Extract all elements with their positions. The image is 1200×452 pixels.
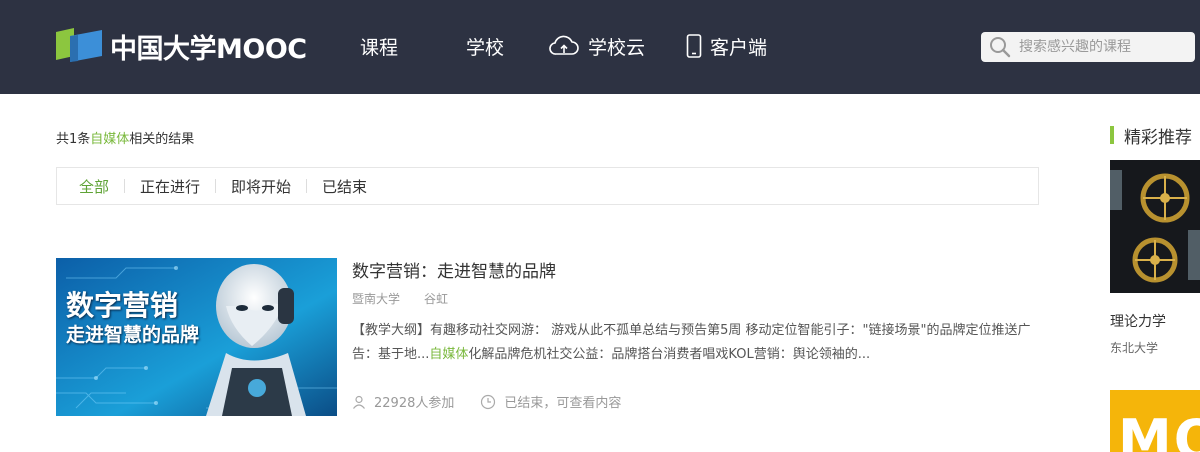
tab-divider [306, 179, 308, 193]
mobile-phone-icon [686, 34, 702, 58]
course-title[interactable]: 数字营销：走进智慧的品牌 [352, 257, 556, 282]
course-description: 【教学大纲】有趣移动社交网游： 游戏从此不孤单总结与预告第5周 移动定位智能引子… [352, 319, 1032, 367]
course-school[interactable]: 暨南大学 [352, 292, 400, 306]
results-summary: 共1条自媒体相关的结果 [56, 128, 194, 147]
results-keyword: 自媒体 [90, 132, 130, 147]
course-enrolled-count: 22928人参加 [374, 396, 455, 411]
nav-schools[interactable]: 学校 [466, 30, 504, 62]
nav-school-cloud-label: 学校云 [588, 36, 646, 59]
mooc-logo-icon [56, 26, 102, 66]
nav-client-app-label: 客户端 [710, 36, 768, 59]
results-suffix: 相关的结果 [129, 132, 195, 147]
sidebar-course-thumbnail[interactable] [1110, 160, 1200, 293]
user-icon [353, 395, 365, 409]
logo-text: 中国大学MOOC [110, 33, 307, 65]
nav-courses[interactable]: 课程 [360, 30, 398, 62]
tab-upcoming[interactable]: 即将开始 [231, 176, 291, 197]
course-thumbnail-subtitle: 走进智慧的品牌 [66, 324, 200, 346]
course-thumbnail-title: 数字营销 [66, 289, 179, 322]
sidebar-title: 精彩推荐 [1110, 125, 1192, 148]
search-input[interactable] [1019, 39, 1179, 55]
site-logo[interactable]: 中国大学MOOC [56, 26, 307, 66]
search-icon[interactable] [989, 36, 1011, 58]
sidebar-thumbnail-2-text: MO [1118, 408, 1200, 452]
results-prefix: 共1条 [56, 132, 91, 147]
course-status-text: 已结束，可查看内容 [504, 396, 622, 411]
course-enrolled: 22928人参加 [352, 392, 454, 411]
filter-tabs: 全部 正在进行 即将开始 已结束 [56, 167, 1039, 205]
course-status: 已结束，可查看内容 [480, 392, 621, 411]
tab-all[interactable]: 全部 [79, 176, 109, 197]
cloud-upload-icon [549, 35, 579, 55]
course-teacher[interactable]: 谷虹 [424, 292, 448, 306]
clock-icon [481, 394, 496, 409]
nav-client-app[interactable]: 客户端 [686, 30, 767, 62]
nav-schools-label: 学校 [466, 36, 505, 59]
course-meta: 暨南大学 谷虹 [352, 290, 448, 307]
sidebar-course-name[interactable]: 理论力学 [1110, 311, 1166, 331]
tab-ended[interactable]: 已结束 [322, 176, 367, 197]
sidebar-course-thumbnail-2[interactable]: MO [1110, 390, 1200, 452]
sidebar-title-text: 精彩推荐 [1124, 127, 1192, 148]
sidebar-title-bar [1110, 126, 1114, 144]
tab-divider [124, 179, 126, 193]
nav-courses-label: 课程 [360, 36, 399, 59]
sidebar-course-school[interactable]: 东北大学 [1110, 339, 1158, 356]
tab-divider [215, 179, 217, 193]
course-desc-part2: 化解品牌危机社交公益：品牌搭台消费者唱戏KOL营销：舆论领袖的... [468, 347, 871, 362]
search-box[interactable] [981, 32, 1195, 62]
course-footer: 22928人参加 已结束，可查看内容 [352, 392, 621, 411]
course-desc-keyword: 自媒体 [429, 347, 469, 362]
nav-school-cloud[interactable]: 学校云 [548, 30, 645, 62]
top-navigation-bar: 中国大学MOOC 课程 学校 学校云 客户端 [0, 0, 1200, 94]
tab-in-progress[interactable]: 正在进行 [140, 176, 200, 197]
course-thumbnail[interactable]: 数字营销 走进智慧的品牌 [56, 258, 337, 416]
